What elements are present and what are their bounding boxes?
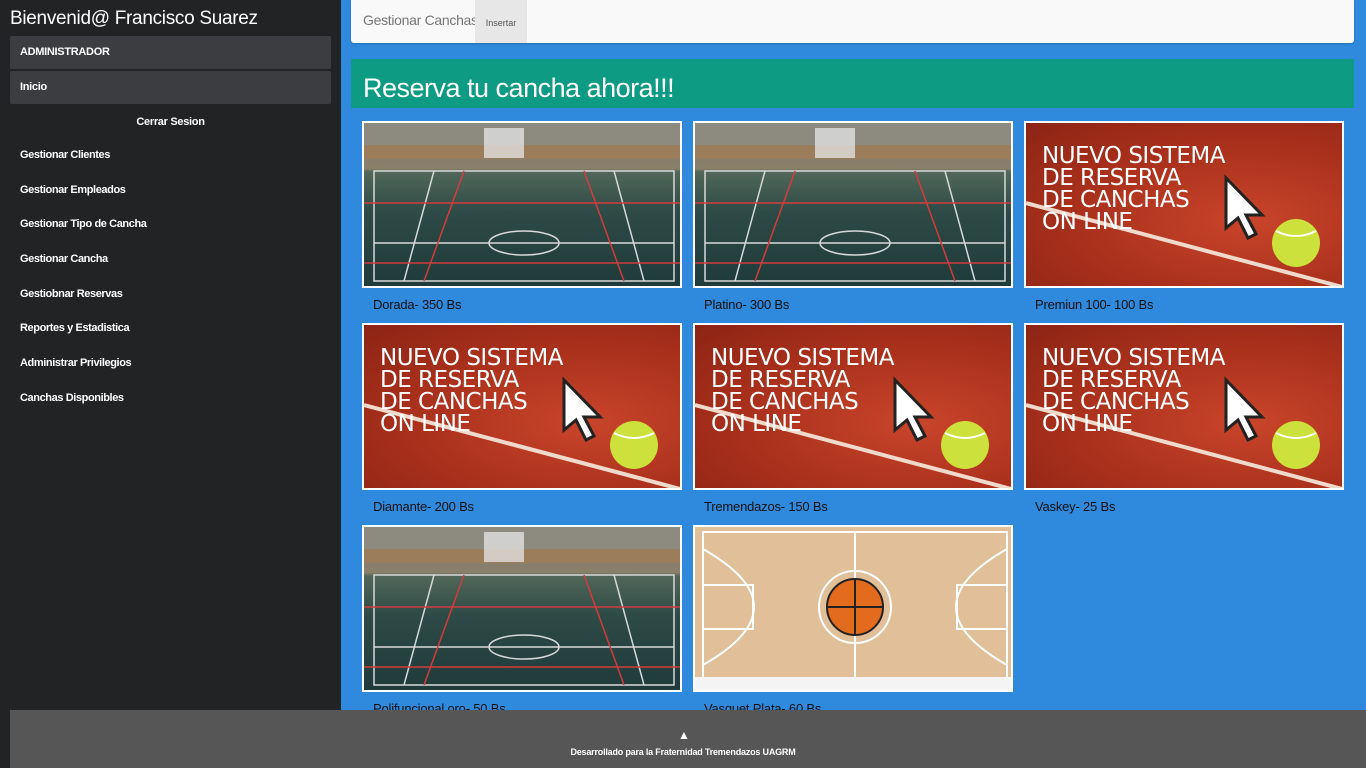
- promo-image[interactable]: NUEVO SISTEMA DE RESERVA DE CANCHAS ON LINE: [1024, 121, 1344, 288]
- promo-image[interactable]: NUEVO SISTEMA DE RESERVA DE CANCHAS ON LINE: [693, 323, 1013, 490]
- sidebar-item-court-types[interactable]: Gestionar Tipo de Cancha: [0, 207, 341, 242]
- sidebar-menu: Gestionar Clientes Gestionar Empleados G…: [0, 138, 341, 416]
- promo-text: NUEVO SISTEMA DE RESERVA DE CANCHAS ON LINE: [1042, 345, 1225, 437]
- promo-line: DE RESERVA: [380, 367, 519, 393]
- sidebar-item-employees[interactable]: Gestionar Empleados: [0, 173, 341, 208]
- logout-link[interactable]: Cerrar Sesion: [0, 104, 341, 138]
- court-card[interactable]: Platino- 300 Bs: [693, 121, 1013, 321]
- scroll-up-icon[interactable]: ▲: [678, 728, 690, 742]
- promo-line: NUEVO SISTEMA: [1042, 345, 1225, 371]
- tab-insert[interactable]: Insertar: [475, 0, 527, 43]
- court-image[interactable]: [362, 121, 682, 288]
- footer-text: Desarrollado para la Fraternidad Tremend…: [570, 747, 796, 757]
- role-label[interactable]: ADMINISTRADOR: [10, 36, 331, 69]
- promo-line: DE RESERVA: [711, 367, 850, 393]
- welcome-text: Bienvenid@ Francisco Suarez: [10, 8, 258, 29]
- page-title: Reserva tu cancha ahora!!!: [363, 73, 675, 103]
- top-navbar: Gestionar Canchas Insertar: [351, 0, 1354, 43]
- promo-line: ON LINE: [711, 411, 802, 437]
- sidebar-item-available-courts[interactable]: Canchas Disponibles: [0, 381, 341, 416]
- basketball-court-image[interactable]: [693, 525, 1013, 692]
- promo-line: ON LINE: [1042, 209, 1133, 235]
- promo-line: ON LINE: [380, 411, 471, 437]
- court-card-label: Vaskey- 25 Bs: [1035, 499, 1116, 514]
- court-card-label: Platino- 300 Bs: [704, 297, 790, 312]
- court-card-label: Tremendazos- 150 Bs: [704, 499, 828, 514]
- court-card-label: Diamante- 200 Bs: [373, 499, 474, 514]
- court-card[interactable]: NUEVO SISTEMA DE RESERVA DE CANCHAS ON LINE…: [1024, 323, 1344, 523]
- promo-text: NUEVO SISTEMA DE RESERVA DE CANCHAS ON LINE: [711, 345, 894, 437]
- promo-image[interactable]: NUEVO SISTEMA DE RESERVA DE CANCHAS ON LINE: [362, 323, 682, 490]
- court-card[interactable]: Vasquet Plata- 60 Bs: [693, 525, 1013, 725]
- promo-line: NUEVO SISTEMA: [380, 345, 563, 371]
- court-card[interactable]: Dorada- 350 Bs: [362, 121, 682, 321]
- navbar-brand[interactable]: Gestionar Canchas: [363, 0, 478, 43]
- court-card[interactable]: NUEVO SISTEMA DE RESERVA DE CANCHAS ON LINE…: [362, 323, 682, 523]
- promo-line: DE RESERVA: [1042, 367, 1181, 393]
- promo-line: ON LINE: [1042, 411, 1133, 437]
- promo-line: DE CANCHAS: [711, 389, 859, 415]
- promo-line: NUEVO SISTEMA: [1042, 143, 1225, 169]
- court-image[interactable]: [693, 121, 1013, 288]
- promo-image[interactable]: NUEVO SISTEMA DE RESERVA DE CANCHAS ON LINE: [1024, 323, 1344, 490]
- sidebar: Bienvenid@ Francisco Suarez ADMINISTRADO…: [0, 0, 341, 768]
- court-card[interactable]: Polifuncional oro- 50 Bs: [362, 525, 682, 725]
- court-image[interactable]: [362, 525, 682, 692]
- sidebar-item-clients[interactable]: Gestionar Clientes: [0, 138, 341, 173]
- court-card-label: Premiun 100- 100 Bs: [1035, 297, 1154, 312]
- court-card-label: Dorada- 350 Bs: [373, 297, 462, 312]
- court-card[interactable]: NUEVO SISTEMA DE RESERVA DE CANCHAS ON LINE…: [693, 323, 1013, 523]
- sidebar-item-privileges[interactable]: Administrar Privilegios: [0, 346, 341, 381]
- promo-line: DE CANCHAS: [380, 389, 528, 415]
- promo-text: NUEVO SISTEMA DE RESERVA DE CANCHAS ON LINE: [1042, 143, 1225, 235]
- sidebar-item-home[interactable]: Inicio: [10, 71, 331, 104]
- promo-line: DE CANCHAS: [1042, 187, 1190, 213]
- footer: ▲ Desarrollado para la Fraternidad Treme…: [10, 710, 1366, 768]
- promo-line: DE RESERVA: [1042, 165, 1181, 191]
- court-card[interactable]: NUEVO SISTEMA DE RESERVA DE CANCHAS ON LINE…: [1024, 121, 1344, 321]
- promo-line: DE CANCHAS: [1042, 389, 1190, 415]
- promo-text: NUEVO SISTEMA DE RESERVA DE CANCHAS ON LINE: [380, 345, 563, 437]
- sidebar-item-reservations[interactable]: Gestiobnar Reservas: [0, 277, 341, 312]
- page-header: Reserva tu cancha ahora!!!: [351, 59, 1354, 108]
- sidebar-item-courts[interactable]: Gestionar Cancha: [0, 242, 341, 277]
- promo-line: NUEVO SISTEMA: [711, 345, 894, 371]
- sidebar-item-reports[interactable]: Reportes y Estadistica: [0, 311, 341, 346]
